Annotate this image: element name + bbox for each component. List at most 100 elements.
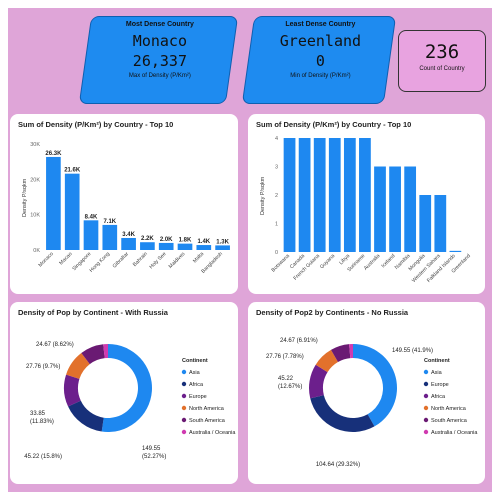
donut-slice [68, 400, 104, 432]
chart-card-continent-with-russia: Density of Pop by Continent - With Russi… [10, 302, 238, 484]
legend-marker [181, 405, 187, 411]
legend-marker [181, 417, 187, 423]
x-tick-label: Macao [58, 251, 73, 266]
x-tick-label: Botswana [271, 253, 291, 273]
legend-marker [423, 405, 429, 411]
bar [343, 138, 356, 252]
x-tick-label: Bahrain [132, 251, 149, 268]
legend-marker [423, 393, 429, 399]
bar [374, 166, 386, 252]
chart-card-continent-no-russia: Density of Pop2 by Continents - No Russi… [248, 302, 485, 484]
bar [404, 166, 417, 252]
bar [46, 156, 61, 250]
x-tick-label: Guyana [319, 253, 336, 270]
kpi-most-dense-title: Most Dense Country [125, 21, 194, 28]
y-axis-title: Density P/sqkm [22, 178, 28, 217]
legend-label: Europe [189, 394, 207, 400]
dashboard-canvas: Most Dense Country Monaco 26,337 Max of … [0, 0, 500, 500]
slice-data-label: (11.83%) [30, 419, 54, 425]
kpi-least-dense-value: 0 [315, 52, 325, 70]
slice-data-label: (52.27%) [142, 454, 166, 460]
x-tick-label: Holy See [148, 251, 167, 270]
chart-title-continent-no-russia: Density of Pop2 by Continents - No Russi… [256, 308, 409, 317]
kpi-least-dense-country: Greenland [279, 32, 362, 50]
slice-data-label: 45.22 (15.8%) [24, 454, 62, 460]
x-tick-label: Hong Kong [89, 251, 112, 274]
bar-data-label: 2.2K [141, 236, 154, 242]
bar [102, 224, 118, 250]
bar [419, 195, 432, 252]
bar-data-label: 26.3K [45, 151, 62, 157]
donut-chart-no-russia: 149.55 (41.9%) 104.64 (29.32%) 45.22 (12.67… [266, 338, 478, 468]
y-tick-label: 0 [275, 250, 278, 256]
bar [196, 245, 212, 250]
legend-marker [181, 393, 187, 399]
chart-title-continent-with-russia: Density of Pop by Continent - With Russi… [18, 308, 168, 317]
legend-marker [181, 369, 187, 375]
bar-data-label: 7.1K [103, 219, 116, 225]
bar [389, 166, 401, 252]
legend-label: North America [431, 406, 467, 412]
bar [215, 245, 230, 250]
kpi-count-value: 236 [424, 41, 460, 63]
kpi-most-dense-value: 26,337 [132, 52, 187, 70]
bar [83, 220, 99, 250]
x-tick-label: Maldives [168, 251, 187, 270]
legend-label: Asia [431, 370, 443, 376]
x-tick-label: Libya [338, 253, 351, 266]
legend-label: Asia [189, 370, 201, 376]
bar [121, 237, 136, 250]
chart-title-least-dense: Sum of Density (P/Km²) by Country - Top … [256, 120, 412, 129]
y-tick-label: 10K [30, 213, 40, 219]
legend-label: South America [431, 418, 468, 424]
slice-data-label: 149.55 (41.9%) [392, 348, 433, 354]
legend-label: Africa [431, 394, 446, 400]
bar-chart-top-dense: Density P/sqkm 0K 10K 20K 30K 26.3K Monaco 21.6… [22, 142, 230, 275]
slice-data-label: 24.67 (6.91%) [280, 338, 318, 344]
bar [298, 138, 311, 252]
kpi-least-dense-title: Least Dense Country [285, 21, 356, 28]
y-tick-label: 3 [275, 165, 278, 171]
y-tick-label: 0K [33, 248, 40, 254]
slice-data-label: (12.67%) [278, 384, 302, 390]
bar [283, 138, 296, 252]
slice-data-label: 27.76 (7.78%) [266, 354, 304, 360]
kpi-count-caption: Count of Country [419, 66, 465, 72]
kpi-count: 236 Count of Country [398, 30, 486, 92]
x-tick-label: Australia [363, 253, 382, 272]
y-axis-title: Density P/sqkm [260, 176, 266, 215]
slice-data-label: 104.64 (29.32%) [316, 462, 360, 468]
donut-chart-with-russia: 149.55 (52.27%) 45.22 (15.8%) 33.85 (11.83%)… [24, 342, 236, 460]
donut-slice [353, 344, 397, 427]
bar-data-label: 21.6K [64, 168, 81, 174]
bar-data-label: 3.4K [122, 232, 135, 238]
legend-marker [181, 429, 187, 435]
legend-marker [423, 429, 429, 435]
chart-card-top-dense: Sum of Density (P/Km²) by Country - Top … [10, 114, 238, 294]
bar [177, 243, 193, 250]
y-tick-label: 20K [30, 177, 40, 183]
legend-marker [423, 369, 429, 375]
legend-label: Africa [189, 382, 204, 388]
legend-title: Continent [424, 358, 450, 364]
legend-label: Europe [431, 382, 449, 388]
bar-data-label: 1.8K [179, 238, 192, 244]
legend-marker [423, 381, 429, 387]
kpi-least-dense-caption: Min of Density (P/Km²) [290, 73, 351, 79]
slice-data-label: 27.76 (9.7%) [26, 364, 60, 370]
y-tick-label: 2 [275, 193, 278, 199]
x-tick-label: Malta [192, 251, 205, 264]
chart-card-least-dense: Sum of Density (P/Km²) by Country - Top … [248, 114, 485, 294]
donut-slice [101, 344, 153, 432]
bar-data-label: 1.4K [197, 239, 210, 245]
bar-data-label: 8.4K [85, 214, 98, 220]
y-tick-label: 30K [30, 142, 40, 148]
legend-label: South America [189, 418, 226, 424]
slice-data-label: 33.85 [30, 411, 46, 417]
y-tick-label: 4 [275, 136, 278, 142]
legend-marker [423, 417, 429, 423]
bar [140, 242, 155, 250]
legend-title: Continent [182, 358, 208, 364]
bar [449, 250, 462, 252]
bar [313, 138, 326, 252]
